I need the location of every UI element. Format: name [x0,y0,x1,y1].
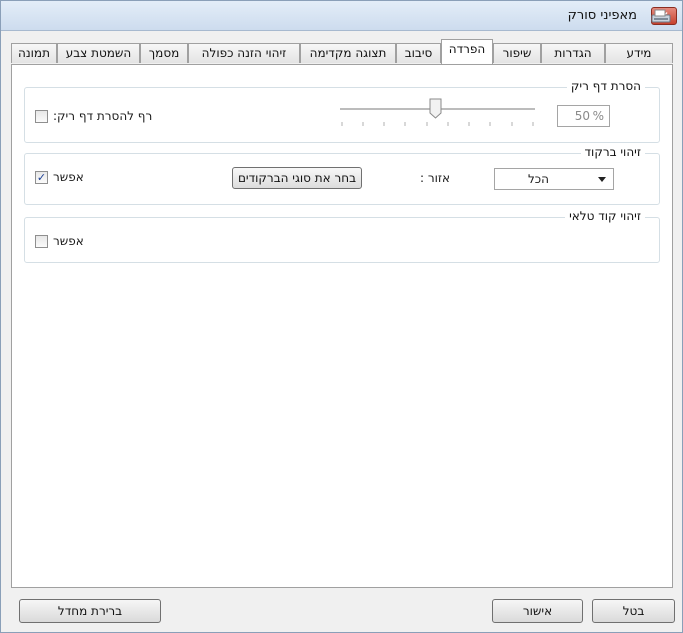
blank-page-value-field[interactable]: 50 % [557,105,610,127]
blank-page-checkbox-label: :רף להסרת דף ריק [53,109,153,123]
tab-image[interactable]: תמונה [11,43,57,63]
area-dropdown-value: הכל [527,172,549,186]
ok-button[interactable]: אישור [492,599,583,623]
slider-thumb[interactable] [429,98,442,119]
tab-settings[interactable]: הגדרות [541,43,605,63]
blank-page-threshold-slider[interactable] [340,98,540,134]
blank-page-legend: הסרת דף ריק [566,79,645,93]
tab-enhance[interactable]: שיפור [493,43,541,63]
checkmark-icon: ✓ [36,171,47,184]
blank-page-group: הסרת דף ריק 50 %:רף להסרת דף ריק [24,79,660,143]
slider-ticks [341,122,534,126]
window-title: מאפיני סורק [567,8,637,23]
barcode-group: זיהוי ברקוד הכל : אזור בחר את סוגי הברקו… [24,145,660,205]
tab-info[interactable]: מידע [605,43,673,63]
patch-code-legend: זיהוי קוד טלאי [565,209,645,223]
blank-page-unit: % [592,109,604,123]
chevron-down-icon [598,177,606,182]
tab-double-feed[interactable]: זיהוי הזנה כפולה [188,43,300,63]
barcode-enable-checkbox[interactable]: ✓ [35,171,48,184]
tab-preview[interactable]: תצוגה מקדימה [300,43,396,63]
patch-code-enable-checkbox[interactable] [35,235,48,248]
tab-strip: תמונה השמטת צבע מסמך זיהוי הזנה כפולה תצ… [11,39,673,67]
blank-page-value: 50 [574,109,590,123]
blank-page-checkbox[interactable] [35,110,48,123]
cancel-button[interactable]: בטל [592,599,675,623]
tab-color-dropout[interactable]: השמטת צבע [57,43,140,63]
scanner-properties-dialog: ✕ מאפיני סורק תמונה השמטת צבע מסמך זיהוי… [0,0,683,633]
patch-code-enable-label: אפשר [53,234,84,248]
area-dropdown[interactable]: הכל [494,168,614,190]
scanner-icon [651,9,671,23]
tab-rotation[interactable]: סיבוב [396,43,441,63]
patch-code-group: זיהוי קוד טלאי אפשר [24,209,660,263]
default-button[interactable]: ברירת מחדל [19,599,161,623]
select-barcode-types-button[interactable]: בחר את סוגי הברקודים [232,167,362,189]
tab-separation[interactable]: הפרדה [441,39,493,64]
tab-document[interactable]: מסמך [140,43,188,63]
separation-panel: הסרת דף ריק 50 %:רף להסרת דף ריק זיהוי … [11,64,673,588]
title-bar: ✕ מאפיני סורק [1,1,682,31]
barcode-legend: זיהוי ברקוד [580,145,645,159]
area-label: : אזור [420,171,451,185]
barcode-enable-label: אפשר [53,170,84,184]
